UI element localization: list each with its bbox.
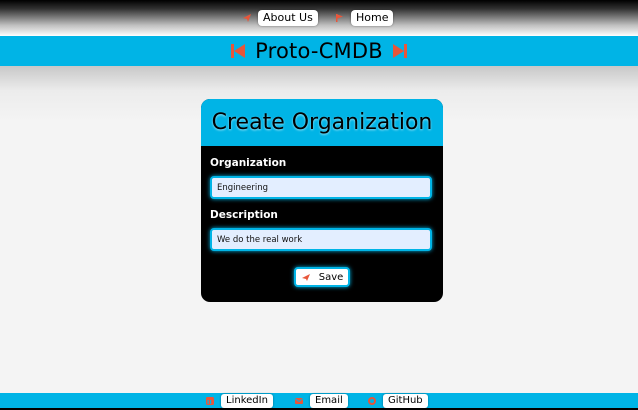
- description-field[interactable]: [210, 228, 432, 251]
- flag-icon: [336, 14, 343, 22]
- github-icon: [368, 397, 376, 405]
- top-nav: About Us Home: [0, 0, 638, 36]
- github-label: GitHub: [383, 394, 428, 408]
- footer: LinkedIn Email GitHub: [0, 393, 638, 410]
- linkedin-label: LinkedIn: [221, 394, 273, 408]
- organization-field[interactable]: [210, 176, 432, 199]
- home-label: Home: [351, 10, 394, 26]
- github-link[interactable]: GitHub: [367, 394, 428, 408]
- linkedin-icon: [206, 397, 214, 405]
- home-link[interactable]: Home: [335, 10, 394, 26]
- title-banner: Proto-CMDB: [0, 36, 638, 66]
- linkedin-link[interactable]: LinkedIn: [205, 394, 273, 408]
- skip-forward-icon: [392, 44, 407, 58]
- email-label: Email: [310, 394, 348, 408]
- paper-plane-icon: [301, 274, 310, 281]
- skip-back-icon: [231, 44, 246, 58]
- form-title: Create Organization: [211, 110, 433, 135]
- app-title: Proto-CMDB: [255, 39, 383, 63]
- card-header: Create Organization: [201, 99, 443, 146]
- save-label: Save: [318, 271, 344, 283]
- about-us-label: About Us: [258, 10, 318, 26]
- email-icon: [294, 398, 304, 404]
- organization-label: Organization: [210, 157, 287, 169]
- description-label: Description: [210, 209, 278, 221]
- paper-plane-icon: [243, 14, 251, 22]
- create-organization-card: Create Organization Organization Descrip…: [201, 99, 443, 302]
- email-link[interactable]: Email: [294, 394, 348, 408]
- save-button[interactable]: Save: [294, 267, 350, 287]
- about-us-link[interactable]: About Us: [242, 10, 318, 26]
